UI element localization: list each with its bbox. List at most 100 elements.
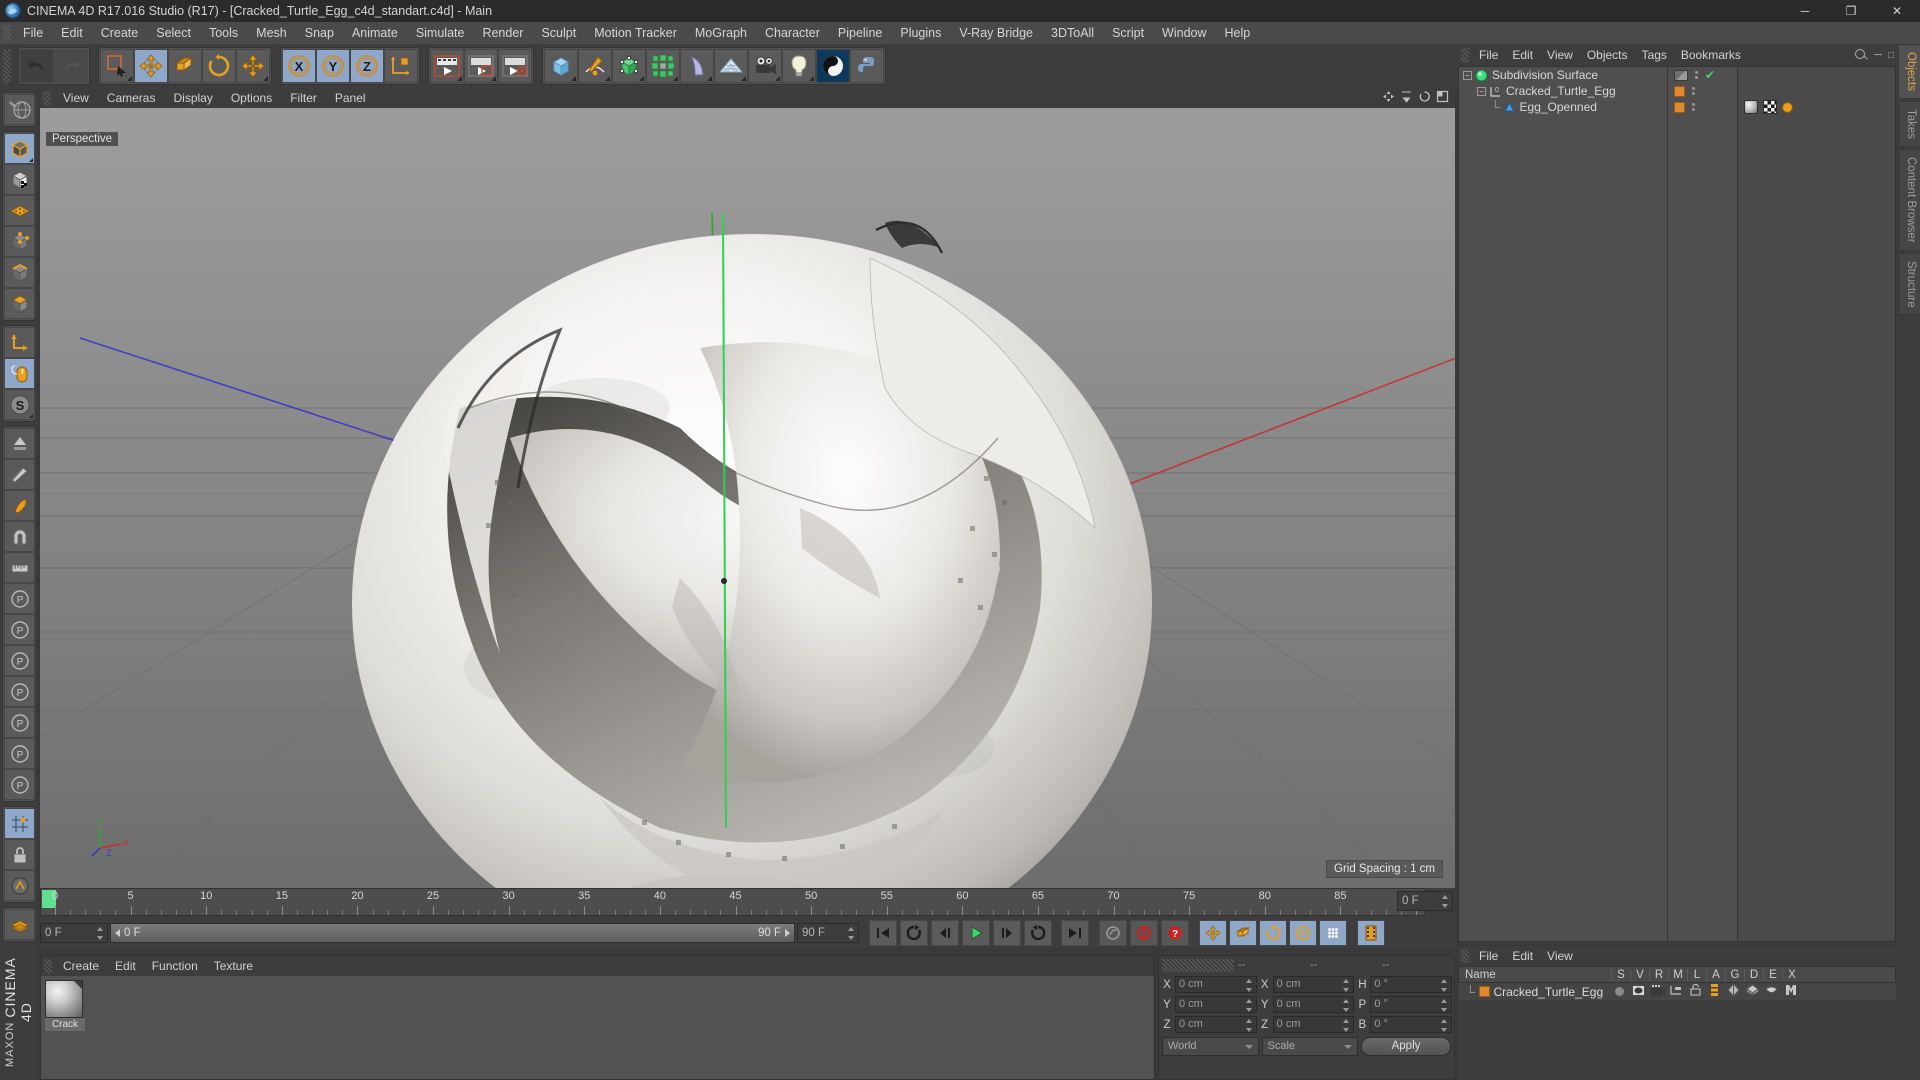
scale-view-icon[interactable] [1400, 90, 1413, 103]
menu-item-pipeline[interactable]: Pipeline [829, 22, 891, 44]
material-tag-icon[interactable] [1744, 100, 1758, 114]
record-active-objects-button[interactable] [1099, 920, 1127, 946]
add-generator-button[interactable] [612, 49, 646, 83]
vertical-tab-objects[interactable]: Objects [1898, 44, 1920, 99]
points-mode-button[interactable] [4, 226, 35, 257]
knife-tool-button[interactable] [4, 459, 35, 490]
minimize-button[interactable]: ─ [1782, 0, 1828, 22]
viewport-grip-handle[interactable] [43, 90, 51, 106]
goto-start-button[interactable] [869, 920, 897, 946]
column-header-d[interactable]: D [1744, 968, 1763, 981]
content-browser-button[interactable] [816, 49, 850, 83]
material-item[interactable]: Crack [45, 980, 85, 1031]
size-y-field[interactable]: 0 cm [1272, 996, 1355, 1013]
frame-range-slider[interactable]: 0 F 90 F [110, 923, 795, 943]
menu-item-plugins[interactable]: Plugins [891, 22, 950, 44]
uvw-tag-icon[interactable] [1763, 100, 1777, 114]
layer-color-swatch[interactable] [1478, 986, 1490, 997]
coordinate-system-dropdown[interactable]: World [1162, 1037, 1259, 1056]
workplane-mode-button[interactable] [4, 195, 35, 226]
spinner-icon[interactable] [1441, 979, 1448, 992]
coordinates-grip-handle[interactable] [1162, 958, 1234, 972]
lock-button[interactable] [4, 839, 35, 870]
state-s-cell[interactable] [1610, 985, 1629, 999]
add-camera-button[interactable] [748, 49, 782, 83]
menu-item-tools[interactable]: Tools [200, 22, 247, 44]
range-right-arrow-icon[interactable] [785, 929, 790, 937]
object-row-egg-openned[interactable]: └ Egg_Openned [1459, 99, 1667, 115]
dot-toggles-icon[interactable] [1691, 87, 1696, 95]
column-header-e[interactable]: E [1763, 968, 1782, 981]
menu-item-mograph[interactable]: MoGraph [686, 22, 756, 44]
transform-mode-dropdown[interactable]: Scale [1261, 1037, 1358, 1056]
state-l-cell[interactable] [1686, 983, 1705, 999]
menu-item-render[interactable]: Render [473, 22, 532, 44]
spinner-icon[interactable] [848, 927, 855, 940]
scale-key-button[interactable] [1229, 920, 1257, 946]
add-spline-button[interactable] [578, 49, 612, 83]
spinner-icon[interactable] [1343, 979, 1350, 992]
menu-item-v-ray-bridge[interactable]: V-Ray Bridge [950, 22, 1042, 44]
viewport-menu-item-options[interactable]: Options [222, 88, 281, 108]
menu-item-simulate[interactable]: Simulate [407, 22, 474, 44]
timeline-ruler[interactable]: 051015202530354045505560657075808590 [40, 888, 1425, 916]
lock-y-axis-button[interactable]: Y [316, 49, 350, 83]
add-array-button[interactable] [646, 49, 680, 83]
viewport-menu-item-panel[interactable]: Panel [326, 88, 375, 108]
spinner-icon[interactable] [97, 927, 104, 940]
spinner-icon[interactable] [1343, 1019, 1350, 1032]
render-settings-button[interactable] [498, 49, 532, 83]
menu-item-sculpt[interactable]: Sculpt [532, 22, 585, 44]
material-list[interactable]: Crack [41, 976, 1154, 1079]
menu-item-animate[interactable]: Animate [343, 22, 407, 44]
menu-item-help[interactable]: Help [1216, 22, 1260, 44]
state-d-cell[interactable] [1743, 984, 1762, 999]
display-toggle-icon[interactable] [1674, 69, 1688, 81]
object-tree[interactable]: − Subdivision Surface − 0 Cracked_Turtle… [1458, 66, 1668, 942]
minimize-icon[interactable]: ─ [1874, 49, 1882, 61]
menu-item-character[interactable]: Character [756, 22, 829, 44]
state-g-cell[interactable] [1724, 983, 1743, 999]
quantize-button[interactable] [4, 870, 35, 901]
goto-end-button[interactable] [1061, 920, 1089, 946]
object-menu-item-edit[interactable]: Edit [1505, 44, 1540, 66]
rotation-key-button[interactable] [1259, 920, 1287, 946]
object-menu-item-view[interactable]: View [1540, 44, 1580, 66]
scale-tool[interactable] [168, 49, 202, 83]
sculpt-symmetry-button[interactable]: S [4, 389, 35, 420]
add-environment-button[interactable] [714, 49, 748, 83]
move-tool[interactable] [134, 49, 168, 83]
search-icon[interactable] [1854, 48, 1868, 62]
texture-mode-button[interactable] [4, 164, 35, 195]
lock-z-axis-button[interactable]: Z [350, 49, 384, 83]
point-level-animation-button[interactable] [1319, 920, 1347, 946]
material-menu-item-create[interactable]: Create [55, 956, 107, 976]
add-deformer-button[interactable] [680, 49, 714, 83]
size-z-field[interactable]: 0 cm [1272, 1016, 1355, 1033]
step-back-button[interactable] [931, 920, 959, 946]
add-light-button[interactable] [782, 49, 816, 83]
p-tool-6-button[interactable]: P [4, 738, 35, 769]
column-header-l[interactable]: L [1687, 968, 1706, 981]
rotation-p-field[interactable]: 0 ° [1370, 996, 1453, 1013]
spinner-icon[interactable] [1343, 999, 1350, 1012]
spinner-icon[interactable] [1441, 1019, 1448, 1032]
apply-button[interactable]: Apply [1361, 1037, 1451, 1056]
column-header-m[interactable]: M [1668, 968, 1687, 981]
magnet-tool-button[interactable] [4, 521, 35, 552]
step-forward-button[interactable] [993, 920, 1021, 946]
spinner-icon[interactable] [1441, 999, 1448, 1012]
play-button[interactable] [962, 920, 990, 946]
keyframe-selection-button[interactable]: ? [1161, 920, 1189, 946]
spinner-icon[interactable] [1245, 999, 1253, 1012]
structure-row[interactable]: └ Cracked_Turtle_Egg [1458, 983, 1896, 1000]
redo-button[interactable] [54, 49, 88, 83]
object-visibility-columns[interactable]: ✔ [1668, 66, 1738, 942]
viewport-menu-item-view[interactable]: View [54, 88, 98, 108]
layer-button[interactable] [4, 909, 35, 940]
state-r-cell[interactable] [1648, 984, 1667, 999]
material-menu-item-edit[interactable]: Edit [107, 956, 144, 976]
p-tool-2-button[interactable]: P [4, 614, 35, 645]
layer-color-swatch[interactable] [1674, 85, 1685, 97]
timeline-right-frame-field[interactable]: 0 F [1397, 891, 1453, 911]
